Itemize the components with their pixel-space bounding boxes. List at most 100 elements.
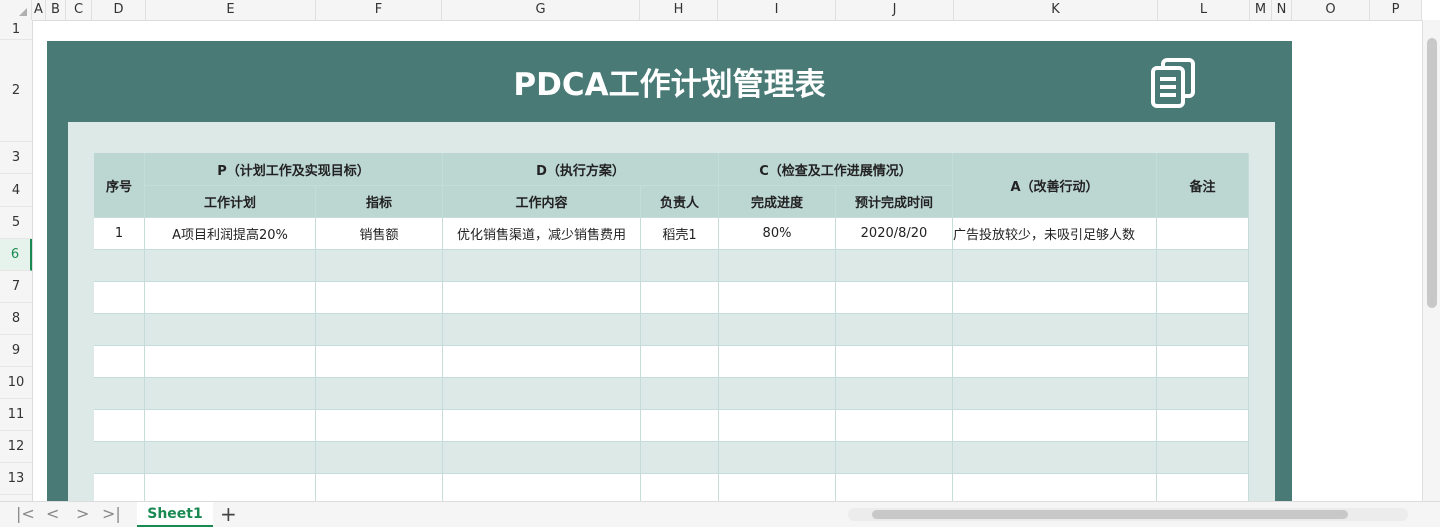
note-cell[interactable] — [1157, 410, 1249, 442]
metric-cell[interactable] — [316, 410, 443, 442]
column-header-f[interactable]: F — [316, 0, 442, 20]
work-plan-cell[interactable]: A项目利润提高20% — [145, 218, 316, 250]
seq-cell[interactable] — [94, 346, 145, 378]
header-do[interactable]: D（执行方案） — [443, 153, 719, 186]
note-cell[interactable] — [1157, 250, 1249, 282]
content-cell[interactable] — [443, 346, 641, 378]
content-cell[interactable] — [443, 442, 641, 474]
note-cell[interactable] — [1157, 282, 1249, 314]
progress-cell[interactable] — [719, 442, 836, 474]
note-cell[interactable] — [1157, 218, 1249, 250]
row-header-13[interactable]: 13 — [0, 463, 32, 495]
seq-cell[interactable] — [94, 250, 145, 282]
owner-cell[interactable] — [641, 442, 719, 474]
header-due[interactable]: 预计完成时间 — [836, 186, 953, 218]
column-header-a[interactable]: A — [32, 0, 46, 20]
content-cell[interactable] — [443, 314, 641, 346]
vertical-scrollbar[interactable] — [1422, 20, 1440, 501]
column-header-b[interactable]: B — [46, 0, 66, 20]
next-sheet-icon[interactable]: > — [76, 504, 89, 523]
due-cell[interactable] — [836, 346, 953, 378]
metric-cell[interactable] — [316, 442, 443, 474]
row-header-7[interactable]: 7 — [0, 271, 32, 303]
due-cell[interactable] — [836, 282, 953, 314]
column-header-j[interactable]: J — [836, 0, 954, 20]
row-header-2[interactable]: 2 — [0, 40, 32, 142]
seq-cell[interactable] — [94, 410, 145, 442]
column-header-n[interactable]: N — [1272, 0, 1292, 20]
row-header-8[interactable]: 8 — [0, 303, 32, 335]
work-plan-cell[interactable] — [145, 250, 316, 282]
sheet-tab-sheet1[interactable]: Sheet1 — [137, 502, 213, 527]
header-content[interactable]: 工作内容 — [443, 186, 641, 218]
row-header-3[interactable]: 3 — [0, 142, 32, 174]
due-cell[interactable] — [836, 442, 953, 474]
note-cell[interactable] — [1157, 346, 1249, 378]
owner-cell[interactable] — [641, 346, 719, 378]
column-header-h[interactable]: H — [640, 0, 718, 20]
row-header-5[interactable]: 5 — [0, 207, 32, 239]
column-header-g[interactable]: G — [442, 0, 640, 20]
progress-cell[interactable] — [719, 314, 836, 346]
progress-cell[interactable] — [719, 250, 836, 282]
metric-cell[interactable] — [316, 378, 443, 410]
due-cell[interactable] — [836, 410, 953, 442]
prev-sheet-icon[interactable]: < — [46, 504, 59, 523]
progress-cell[interactable] — [719, 346, 836, 378]
seq-cell[interactable] — [94, 282, 145, 314]
row-header-9[interactable]: 9 — [0, 335, 32, 367]
header-progress[interactable]: 完成进度 — [719, 186, 836, 218]
owner-cell[interactable]: 稻壳1 — [641, 218, 719, 250]
act-cell[interactable] — [953, 314, 1157, 346]
seq-cell[interactable] — [94, 314, 145, 346]
note-cell[interactable] — [1157, 378, 1249, 410]
owner-cell[interactable] — [641, 250, 719, 282]
work-plan-cell[interactable] — [145, 378, 316, 410]
note-cell[interactable] — [1157, 314, 1249, 346]
content-cell[interactable]: 优化销售渠道，减少销售费用 — [443, 218, 641, 250]
act-cell[interactable] — [953, 250, 1157, 282]
header-act[interactable]: A（改善行动） — [953, 153, 1157, 218]
progress-cell[interactable] — [719, 410, 836, 442]
act-cell[interactable] — [953, 378, 1157, 410]
due-cell[interactable] — [836, 314, 953, 346]
act-cell[interactable] — [953, 346, 1157, 378]
work-plan-cell[interactable] — [145, 410, 316, 442]
metric-cell[interactable]: 销售额 — [316, 218, 443, 250]
content-cell[interactable] — [443, 282, 641, 314]
row-header-6[interactable]: 6 — [0, 239, 32, 271]
column-header-e[interactable]: E — [146, 0, 316, 20]
header-note[interactable]: 备注 — [1157, 153, 1249, 218]
due-cell[interactable] — [836, 378, 953, 410]
owner-cell[interactable] — [641, 378, 719, 410]
horizontal-scroll-thumb[interactable] — [872, 510, 1348, 519]
add-sheet-button[interactable]: + — [220, 502, 237, 527]
header-check[interactable]: C（检查及工作进展情况） — [719, 153, 953, 186]
seq-cell[interactable] — [94, 378, 145, 410]
row-header-4[interactable]: 4 — [0, 174, 32, 207]
metric-cell[interactable] — [316, 250, 443, 282]
owner-cell[interactable] — [641, 314, 719, 346]
column-header-o[interactable]: O — [1292, 0, 1370, 20]
column-header-d[interactable]: D — [92, 0, 146, 20]
vertical-scroll-thumb[interactable] — [1427, 38, 1437, 308]
header-metric[interactable]: 指标 — [316, 186, 443, 218]
column-header-m[interactable]: M — [1250, 0, 1272, 20]
progress-cell[interactable] — [719, 282, 836, 314]
column-header-k[interactable]: K — [954, 0, 1158, 20]
header-seq[interactable]: 序号 — [94, 153, 145, 218]
work-plan-cell[interactable] — [145, 442, 316, 474]
last-sheet-icon[interactable]: >| — [102, 504, 121, 523]
row-header-11[interactable]: 11 — [0, 399, 32, 431]
select-all-corner[interactable] — [0, 0, 32, 20]
content-cell[interactable] — [443, 410, 641, 442]
owner-cell[interactable] — [641, 282, 719, 314]
owner-cell[interactable] — [641, 410, 719, 442]
column-header-c[interactable]: C — [66, 0, 92, 20]
content-cell[interactable] — [443, 378, 641, 410]
metric-cell[interactable] — [316, 314, 443, 346]
progress-cell[interactable]: 80% — [719, 218, 836, 250]
work-plan-cell[interactable] — [145, 346, 316, 378]
header-work-plan[interactable]: 工作计划 — [145, 186, 316, 218]
row-header-10[interactable]: 10 — [0, 367, 32, 399]
